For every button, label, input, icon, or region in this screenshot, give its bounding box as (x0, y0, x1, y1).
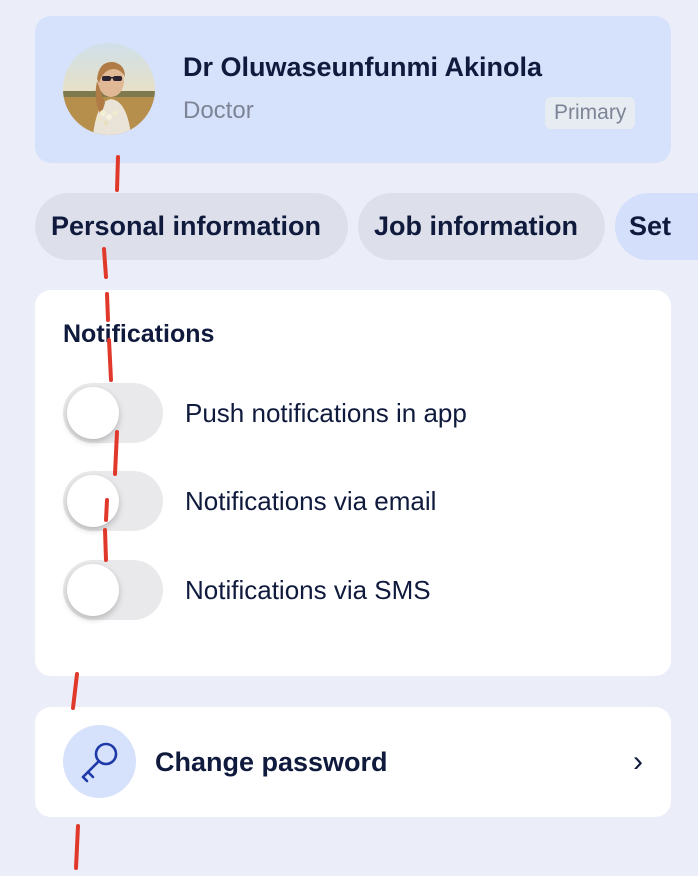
user-name: Dr Oluwaseunfunmi Akinola (183, 52, 543, 82)
sms-notifications-toggle[interactable] (63, 560, 163, 620)
key-icon (63, 725, 136, 798)
notifications-title: Notifications (63, 320, 215, 348)
email-notifications-toggle[interactable] (63, 471, 163, 531)
push-notifications-label: Push notifications in app (185, 398, 467, 428)
push-notifications-toggle[interactable] (63, 383, 163, 443)
toggle-knob (67, 475, 119, 527)
profile-card[interactable]: Dr Oluwaseunfunmi Akinola Doctor Primary (35, 16, 671, 163)
sms-notifications-row: Notifications via SMS (63, 560, 643, 620)
chevron-right-icon: › (633, 745, 643, 778)
email-notifications-row: Notifications via email (63, 471, 643, 531)
tab-settings[interactable]: Set (615, 193, 698, 260)
avatar (63, 43, 155, 135)
toggle-knob (67, 387, 119, 439)
email-notifications-label: Notifications via email (185, 486, 437, 516)
change-password-label: Change password (155, 747, 388, 777)
notifications-card: Notifications Push notifications in app … (35, 290, 671, 676)
change-password-row[interactable]: Change password › (35, 707, 671, 817)
tab-personal-information[interactable]: Personal information (35, 193, 348, 260)
sms-notifications-label: Notifications via SMS (185, 575, 431, 605)
user-role: Doctor (183, 97, 254, 124)
tab-bar: Personal information Job information Set (35, 193, 698, 260)
tab-job-information[interactable]: Job information (358, 193, 605, 260)
toggle-knob (67, 564, 119, 616)
primary-badge: Primary (545, 97, 636, 129)
push-notifications-row: Push notifications in app (63, 383, 643, 443)
